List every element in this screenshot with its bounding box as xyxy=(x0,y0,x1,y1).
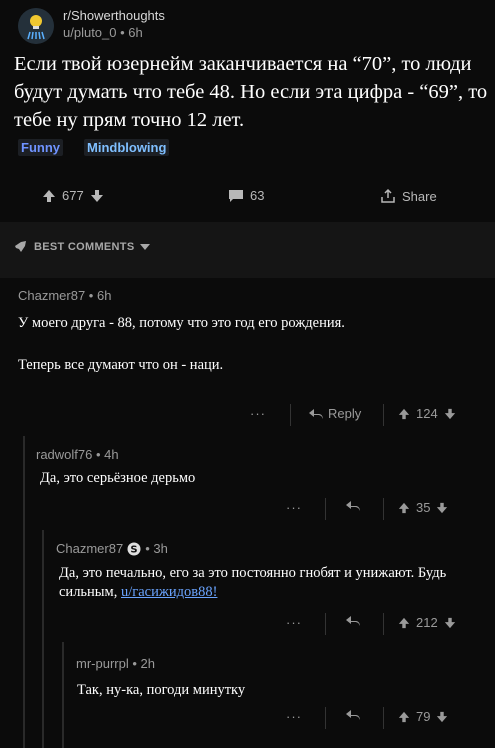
reply-label: Reply xyxy=(328,406,362,421)
reply-button[interactable] xyxy=(345,709,361,721)
divider xyxy=(383,613,384,635)
thread-line[interactable] xyxy=(23,436,25,748)
comment-actions: ··· 212 xyxy=(0,613,495,635)
reply-icon xyxy=(346,501,360,511)
more-button[interactable]: ··· xyxy=(286,709,302,724)
reply-icon xyxy=(309,408,323,419)
svg-text:S: S xyxy=(131,544,138,555)
comment-score: 124 xyxy=(416,406,438,421)
user-mention-link[interactable]: u/гасижидов88! xyxy=(121,584,217,600)
shower-icon xyxy=(18,8,54,44)
flair-mindblowing[interactable]: Mindblowing xyxy=(84,139,170,156)
reply-button[interactable]: Reply xyxy=(308,406,361,421)
upvote-icon[interactable] xyxy=(398,711,410,723)
downvote-icon[interactable] xyxy=(436,502,448,514)
rocket-icon xyxy=(13,241,26,253)
comment-body: Теперь все думают что он - наци. xyxy=(18,357,224,373)
share-icon xyxy=(381,188,395,203)
comment-actions: ··· 79 xyxy=(0,707,495,729)
comment-actions: ··· Reply 124 xyxy=(0,404,495,426)
downvote-icon[interactable] xyxy=(444,617,456,629)
comment-score: 212 xyxy=(416,615,438,630)
comment-meta: Chazmer87 S • 3h xyxy=(56,541,168,556)
comment-vote: 212 xyxy=(398,615,456,630)
comment-body: Да, это печально, его за это постоянно г… xyxy=(59,564,479,602)
post-author-meta[interactable]: u/pluto_0 • 6h xyxy=(63,25,143,40)
reply-button[interactable] xyxy=(345,500,361,512)
downvote-icon[interactable] xyxy=(436,711,448,723)
reply-button[interactable] xyxy=(345,615,361,627)
comment-meta[interactable]: mr-purrpl • 2h xyxy=(76,656,155,671)
divider xyxy=(325,613,326,635)
post-comments-count: 63 xyxy=(250,188,265,203)
upvote-icon[interactable] xyxy=(398,617,410,629)
flair-funny[interactable]: Funny xyxy=(18,139,63,156)
comment-author[interactable]: Chazmer87 xyxy=(56,541,123,556)
share-button[interactable]: Share xyxy=(380,188,437,204)
comment-meta[interactable]: Chazmer87 • 6h xyxy=(18,288,111,303)
chevron-down-icon xyxy=(140,244,151,250)
subreddit-avatar[interactable] xyxy=(18,8,54,44)
downvote-icon[interactable] xyxy=(90,189,104,203)
divider xyxy=(325,707,326,729)
more-button[interactable]: ··· xyxy=(250,406,266,421)
comment-text: Да, это печально, его за это постоянно г… xyxy=(59,565,447,600)
comment-score: 79 xyxy=(416,709,431,724)
post-vote: 677 xyxy=(42,188,104,203)
sort-selector[interactable]: BEST COMMENTS xyxy=(12,240,151,254)
post-score: 677 xyxy=(62,188,84,203)
comment-body: Да, это серьёзное дерьмо xyxy=(40,470,196,486)
subreddit-name[interactable]: r/Showerthoughts xyxy=(63,8,165,23)
sort-label: BEST COMMENTS xyxy=(34,241,135,253)
comment-body: Так, ну-ка, погоди минутку xyxy=(77,682,246,698)
more-button[interactable]: ··· xyxy=(286,500,302,515)
thread-line[interactable] xyxy=(62,642,64,748)
reply-icon xyxy=(346,710,360,720)
divider xyxy=(383,498,384,520)
divider xyxy=(383,404,384,426)
upvote-icon[interactable] xyxy=(398,502,410,514)
comment-time: • 3h xyxy=(145,541,168,556)
comment-icon xyxy=(229,189,243,202)
divider xyxy=(325,498,326,520)
share-label: Share xyxy=(402,188,437,204)
downvote-icon[interactable] xyxy=(444,408,456,420)
comment-meta[interactable]: radwolf76 • 4h xyxy=(36,447,119,462)
reply-icon xyxy=(346,616,360,626)
divider xyxy=(290,404,291,426)
post-action-bar: 677 63 Share xyxy=(0,180,495,216)
post-header: r/Showerthoughts u/pluto_0 • 6h xyxy=(0,0,495,50)
comment-vote: 35 xyxy=(398,500,448,515)
post-comments-button[interactable]: 63 xyxy=(228,188,264,203)
comment-vote: 79 xyxy=(398,709,448,724)
comment-actions: ··· 35 xyxy=(0,498,495,520)
upvote-icon[interactable] xyxy=(42,189,56,203)
more-button[interactable]: ··· xyxy=(286,615,302,630)
comment-score: 35 xyxy=(416,500,431,515)
upvote-icon[interactable] xyxy=(398,408,410,420)
award-icon: S xyxy=(127,542,141,555)
post-title: Если твой юзернейм заканчивается на “70”… xyxy=(14,53,488,131)
divider xyxy=(383,707,384,729)
comment-body: У моего друга - 88, потому что это год е… xyxy=(18,315,345,331)
comment-vote: 124 xyxy=(398,406,456,421)
